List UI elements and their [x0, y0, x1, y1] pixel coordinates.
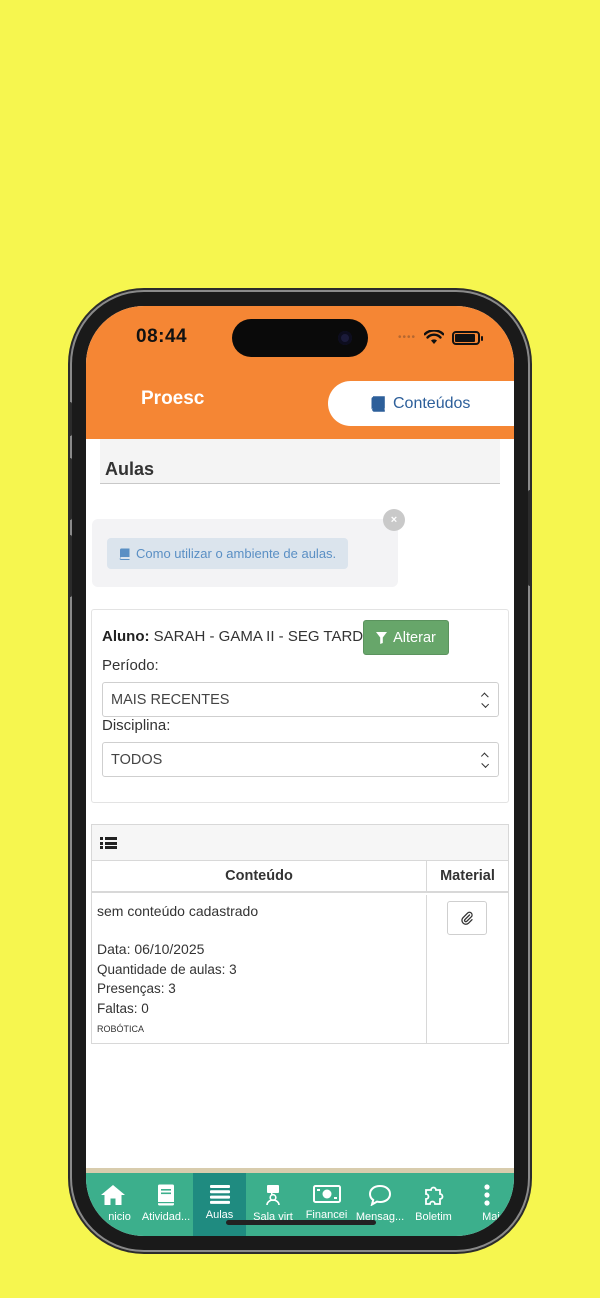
material-button[interactable]	[447, 901, 487, 935]
select-caret-icon	[480, 691, 490, 709]
chat-icon	[368, 1184, 392, 1206]
help-box: Como utilizar o ambiente de aulas.	[92, 519, 398, 587]
presencas-text: Presenças: 3	[97, 981, 176, 996]
tab-inicio[interactable]: nicio	[86, 1173, 139, 1236]
battery-icon	[452, 330, 483, 345]
tab-conteudos[interactable]: Conteúdos	[328, 381, 514, 426]
phone-side-button	[528, 490, 532, 586]
phone-side-button	[68, 458, 72, 520]
periodo-label: Período:	[102, 657, 159, 674]
disciplina-value: TODOS	[111, 751, 163, 768]
dynamic-island	[232, 319, 368, 357]
home-icon	[100, 1185, 125, 1205]
tab-atividades[interactable]: Atividad...	[139, 1173, 193, 1236]
help-button[interactable]: Como utilizar o ambiente de aulas.	[107, 538, 349, 569]
cell-conteudo: sem conteúdo cadastrado Data: 06/10/2025…	[92, 895, 427, 1043]
signal-icon: ••••	[397, 332, 416, 343]
alterar-button[interactable]: Alterar	[363, 620, 449, 655]
disciplina-select[interactable]: TODOS	[102, 742, 499, 777]
periodo-select[interactable]: MAIS RECENTES	[102, 682, 499, 717]
column-header-conteudo: Conteúdo	[92, 861, 427, 891]
aluno-label: Aluno:	[102, 628, 150, 645]
book-icon	[371, 395, 385, 412]
book-icon	[158, 1184, 174, 1206]
cell-material	[427, 895, 508, 1043]
disciplina-label: Disciplina:	[102, 717, 171, 734]
aluno-value: SARAH - GAMA II - SEG TARDE	[153, 628, 374, 645]
tab-mensagens[interactable]: Mensag...	[353, 1173, 407, 1236]
tab-sala-virtual[interactable]: Sala virt	[246, 1173, 300, 1236]
tab-aulas[interactable]: Aulas	[193, 1173, 246, 1236]
book-icon	[119, 548, 130, 560]
select-caret-icon	[480, 751, 490, 769]
tab-boletim[interactable]: Boletim	[407, 1173, 460, 1236]
status-icons: ••••	[397, 330, 483, 345]
page-title: Aulas	[105, 459, 155, 479]
data-text: Data: 06/10/2025	[97, 941, 205, 957]
filter-icon	[376, 631, 388, 644]
tab-label: nicio	[108, 1211, 131, 1223]
table-header: Conteúdo Material	[92, 861, 508, 893]
money-icon	[312, 1185, 341, 1203]
help-button-label: Como utilizar o ambiente de aulas.	[136, 546, 337, 561]
list-icon	[209, 1185, 230, 1204]
puzzle-icon	[424, 1186, 443, 1205]
status-time: 08:44	[136, 326, 188, 347]
tab-label: Atividad...	[141, 1211, 191, 1223]
tab-label: Mai	[482, 1211, 500, 1223]
alterar-button-label: Alterar	[393, 629, 436, 646]
virtual-room-icon	[266, 1185, 280, 1206]
list-icon[interactable]	[100, 837, 117, 849]
app-header: 08:44 •••• Proesc Conteúdos	[86, 306, 514, 439]
table-toolbar	[92, 825, 508, 861]
periodo-value: MAIS RECENTES	[111, 691, 230, 708]
phone-screen: 08:44 •••• Proesc Conteúdos Aulas Como u…	[86, 306, 514, 1236]
quantidade-text: Quantidade de aulas: 3	[97, 962, 237, 977]
phone-side-button	[68, 402, 72, 436]
column-header-material: Material	[440, 868, 495, 884]
tab-conteudos-label: Conteúdos	[393, 394, 471, 412]
faltas-text: Faltas: 0	[97, 1001, 149, 1016]
brand-title: Proesc	[141, 388, 205, 409]
conteudo-text: sem conteúdo cadastrado	[97, 903, 259, 919]
camera-icon	[338, 331, 352, 345]
aluno-row: Aluno: SARAH - GAMA II - SEG TARDE	[102, 628, 373, 645]
bottom-tabbar: nicio Atividad... Aulas Sala virt Financ…	[86, 1173, 514, 1236]
home-indicator	[226, 1220, 376, 1225]
close-icon[interactable]: ×	[383, 509, 405, 531]
more-icon	[484, 1184, 490, 1206]
table-row: sem conteúdo cadastrado Data: 06/10/2025…	[92, 895, 508, 1043]
filter-panel: Aluno: SARAH - GAMA II - SEG TARDE Alter…	[91, 609, 509, 803]
wifi-icon	[424, 330, 444, 344]
phone-side-button	[68, 535, 72, 597]
aulas-table: Conteúdo Material sem conteúdo cadastrad…	[91, 824, 509, 1044]
tab-mais[interactable]: Mai	[460, 1173, 514, 1236]
page-title-bar: Aulas	[100, 439, 500, 484]
disciplina-text: ROBÓTICA	[97, 1024, 145, 1034]
tab-label: Boletim	[415, 1211, 452, 1223]
paperclip-icon	[461, 911, 473, 925]
tab-financeiro[interactable]: Financei	[300, 1173, 353, 1236]
